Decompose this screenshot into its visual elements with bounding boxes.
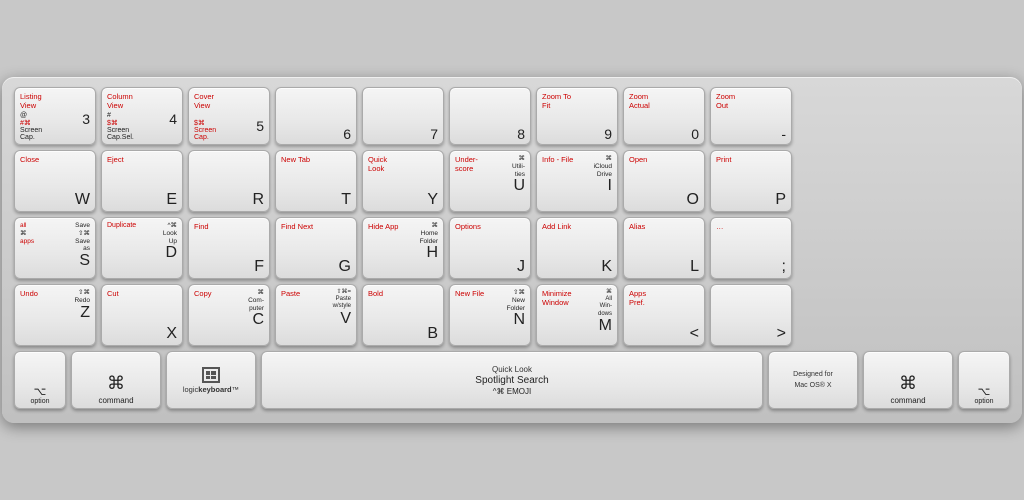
key-g-find-next[interactable]: Find Next G [275,217,357,279]
key-i-info-file[interactable]: Info - File ⌘iCloudDrive I [536,150,618,212]
key-z-undo[interactable]: Undo ⇧⌘Redo Z [14,284,96,346]
key-zoom-actual[interactable]: ZoomActual 0 [623,87,705,145]
row-zxcv: Undo ⇧⌘Redo Z Cut X Copy ⌘Com-puter C [14,284,1010,346]
key-r[interactable]: R [188,150,270,212]
key-7[interactable]: 7 [362,87,444,145]
key-k-add-link[interactable]: Add Link K [536,217,618,279]
key-command-left[interactable]: ⌘ command [71,351,161,409]
key-logo[interactable]: logickeyboard™ [166,351,256,409]
key-e[interactable]: Eject E [101,150,183,212]
key-designed-for: Designed forMac OS® X [768,351,858,409]
key-spacebar[interactable]: Quick Look Spotlight Search ^⌘ EMOJI [261,351,763,409]
key-l-alias[interactable]: Alias L [623,217,705,279]
key-listing-view[interactable]: ListingView @#⌘ScreenCap. 3 [14,87,96,145]
key-d-duplicate[interactable]: Duplicate ^⌘LookUp D [101,217,183,279]
key-zoom-fit[interactable]: Zoom ToFit 9 [536,87,618,145]
key-command-right[interactable]: ⌘ command [863,351,953,409]
key-y-quick-look[interactable]: QuickLook Y [362,150,444,212]
key-h-hide-app[interactable]: Hide App ⌘HomeFolder H [362,217,444,279]
logo-icon [202,367,220,383]
key-v-paste[interactable]: Paste ⇧⌘=Pastew/style V [275,284,357,346]
key-zoom-out[interactable]: ZoomOut - [710,87,792,145]
key-x-cut[interactable]: Cut X [101,284,183,346]
row-asdf: all⌘apps Save⇧⌘Saveas S Duplicate ^⌘Look… [14,217,1010,279]
key-p[interactable]: Print P [710,150,792,212]
key-u[interactable]: Under-score ⌘Utili-ties U [449,150,531,212]
row-qwerty: Close W Eject E R New Tab T QuickLook [14,150,1010,212]
key-o[interactable]: Open O [623,150,705,212]
key-option-right[interactable]: ⌥ option [958,351,1010,409]
key-gt[interactable]: > [710,284,792,346]
key-t[interactable]: New Tab T [275,150,357,212]
key-m-minimize[interactable]: MinimizeWindow ⌘AllWin-dows M [536,284,618,346]
key-column-view[interactable]: ColumnView #$⌘ScreenCap.Sel. 4 [101,87,183,145]
key-j-options[interactable]: Options J [449,217,531,279]
key-8[interactable]: 8 [449,87,531,145]
key-lt-apps-pref[interactable]: AppsPref. < [623,284,705,346]
row-numbers: ListingView @#⌘ScreenCap. 3 ColumnView #… [14,87,1010,145]
key-6[interactable]: 6 [275,87,357,145]
keyboard: ListingView @#⌘ScreenCap. 3 ColumnView #… [2,77,1022,423]
key-cover-view[interactable]: CoverView $⌘ScreenCap. 5 [188,87,270,145]
key-semicolon[interactable]: … ; [710,217,792,279]
row-space: ⌥ option ⌘ command logickeyboard™ [14,351,1010,409]
key-w[interactable]: Close W [14,150,96,212]
key-b-bold[interactable]: Bold B [362,284,444,346]
key-option-left[interactable]: ⌥ option [14,351,66,409]
key-f-find[interactable]: Find F [188,217,270,279]
key-s-save[interactable]: all⌘apps Save⇧⌘Saveas S [14,217,96,279]
key-n-new-file[interactable]: New File ⇧⌘NewFolder N [449,284,531,346]
key-c-copy[interactable]: Copy ⌘Com-puter C [188,284,270,346]
